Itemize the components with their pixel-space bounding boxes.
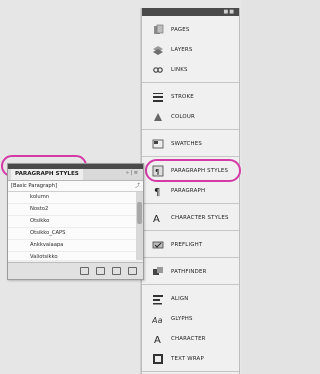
dock-group: ALIGN Aa GLYPHS A CHARACTER TEXT WRAP bbox=[142, 285, 239, 372]
style-list-item[interactable]: Otsikko bbox=[8, 216, 137, 228]
style-override-icon: ⤴ bbox=[134, 183, 140, 189]
panel-tab-row: PARAGRAPH STYLES » | ≡ bbox=[8, 169, 143, 181]
dock-item-character-styles[interactable]: A CHARACTER STYLES bbox=[142, 208, 239, 228]
new-style-icon[interactable] bbox=[112, 267, 121, 275]
dock-group: STROKE COLOUR bbox=[142, 83, 239, 130]
pathfinder-icon bbox=[152, 266, 164, 278]
stroke-icon bbox=[152, 91, 164, 103]
svg-text:Aa: Aa bbox=[152, 316, 163, 325]
dock-item-swatches[interactable]: SWATCHES bbox=[142, 134, 239, 154]
paragraph-styles-highlight bbox=[145, 159, 241, 182]
dock-item-label: LAYERS bbox=[171, 47, 193, 53]
dock-item-colour[interactable]: COLOUR bbox=[142, 107, 239, 127]
dock-group: PAGES LAYERS LINKS bbox=[142, 16, 239, 83]
paragraph-style-list: kolumn Nosto2 Otsikko Otsikko_CAPS Ankkvaiaa… bbox=[8, 192, 137, 264]
layers-icon bbox=[152, 44, 164, 56]
glyphs-icon: Aa bbox=[152, 313, 164, 325]
dock-item-label: PARAGRAPH bbox=[171, 188, 206, 194]
style-list-scrollbar[interactable] bbox=[136, 192, 143, 260]
style-list-item[interactable]: kolumn bbox=[8, 192, 137, 204]
dock-item-label: PATHFINDER bbox=[171, 269, 207, 275]
links-icon bbox=[152, 64, 164, 76]
basic-paragraph-label: [Basic Paragraph] bbox=[11, 183, 58, 189]
dock-item-layers[interactable]: LAYERS bbox=[142, 40, 239, 60]
dock-item-label: PREFLIGHT bbox=[171, 242, 203, 248]
character-styles-icon: A bbox=[152, 212, 164, 224]
style-list-item[interactable]: Otsikko_CAPS bbox=[8, 228, 137, 240]
floating-paragraph-styles-panel: PARAGRAPH STYLES » | ≡ [Basic Paragraph]… bbox=[7, 163, 144, 280]
delete-style-icon[interactable] bbox=[128, 267, 137, 275]
dock-group: ¶ PARAGRAPH STYLES ¶ PARAGRAPH bbox=[142, 157, 241, 204]
preflight-icon bbox=[152, 239, 164, 251]
dock-grip-icon: ■■ bbox=[223, 9, 235, 15]
dock-item-text-wrap[interactable]: TEXT WRAP bbox=[142, 349, 239, 369]
dock-group: SWATCHES bbox=[142, 130, 239, 157]
panel-menu-icon[interactable]: » | ≡ bbox=[126, 170, 138, 176]
dock-item-stroke[interactable]: STROKE bbox=[142, 87, 239, 107]
dock-item-label: COLOUR bbox=[171, 114, 195, 120]
dock-item-label: TEXT WRAP bbox=[171, 356, 204, 362]
dock-item-preflight[interactable]: PREFLIGHT bbox=[142, 235, 239, 255]
panel-footer bbox=[8, 262, 143, 279]
dock-groups: PAGES LAYERS LINKS STROKE COLOUR SWATCHES ¶ PAR… bbox=[142, 16, 241, 372]
align-icon bbox=[152, 293, 164, 305]
tab-paragraph-styles[interactable]: PARAGRAPH STYLES bbox=[11, 169, 83, 180]
character-icon: A bbox=[152, 333, 164, 345]
svg-text:A: A bbox=[154, 335, 161, 345]
scroll-thumb[interactable] bbox=[137, 202, 142, 224]
basic-paragraph-row[interactable]: [Basic Paragraph] ⤴ bbox=[8, 181, 143, 192]
panel-dock: ■■ PAGES LAYERS LINKS STROKE COLOUR SWATCHES ¶… bbox=[141, 8, 241, 374]
pages-icon bbox=[152, 24, 164, 36]
dock-item-label: PAGES bbox=[171, 27, 190, 33]
dock-item-label: CHARACTER bbox=[171, 336, 206, 342]
dock-item-label: CHARACTER STYLES bbox=[171, 215, 229, 221]
dock-item-glyphs[interactable]: Aa GLYPHS bbox=[142, 309, 239, 329]
svg-text:¶: ¶ bbox=[154, 187, 161, 197]
dock-item-label: STROKE bbox=[171, 94, 194, 100]
dock-item-label: GLYPHS bbox=[171, 316, 193, 322]
dock-item-links[interactable]: LINKS bbox=[142, 60, 239, 80]
paragraph-icon: ¶ bbox=[152, 185, 164, 197]
dock-item-paragraph-styles[interactable]: ¶ PARAGRAPH STYLES bbox=[142, 159, 241, 182]
dock-item-label: SWATCHES bbox=[171, 141, 202, 147]
dock-title-bar[interactable]: ■■ bbox=[142, 8, 239, 16]
style-list-item[interactable]: Ankkvaiaapa bbox=[8, 240, 137, 252]
colour-icon bbox=[152, 111, 164, 123]
dock-item-pages[interactable]: PAGES bbox=[142, 20, 239, 40]
dock-group: PATHFINDER bbox=[142, 258, 239, 285]
style-list-item[interactable]: Nosto2 bbox=[8, 204, 137, 216]
dock-item-paragraph[interactable]: ¶ PARAGRAPH bbox=[142, 181, 239, 201]
dock-item-character[interactable]: A CHARACTER bbox=[142, 329, 239, 349]
dock-item-label: LINKS bbox=[171, 67, 188, 73]
dock-item-pathfinder[interactable]: PATHFINDER bbox=[142, 262, 239, 282]
dock-item-label: ALIGN bbox=[171, 296, 189, 302]
swatches-icon bbox=[152, 138, 164, 150]
clear-overrides-icon[interactable] bbox=[96, 267, 105, 275]
dock-item-align[interactable]: ALIGN bbox=[142, 289, 239, 309]
dock-group: A CHARACTER STYLES bbox=[142, 204, 239, 231]
text-wrap-icon bbox=[152, 353, 164, 365]
new-style-group-icon[interactable] bbox=[80, 267, 89, 275]
dock-group: PREFLIGHT bbox=[142, 231, 239, 258]
svg-text:A: A bbox=[153, 214, 160, 224]
